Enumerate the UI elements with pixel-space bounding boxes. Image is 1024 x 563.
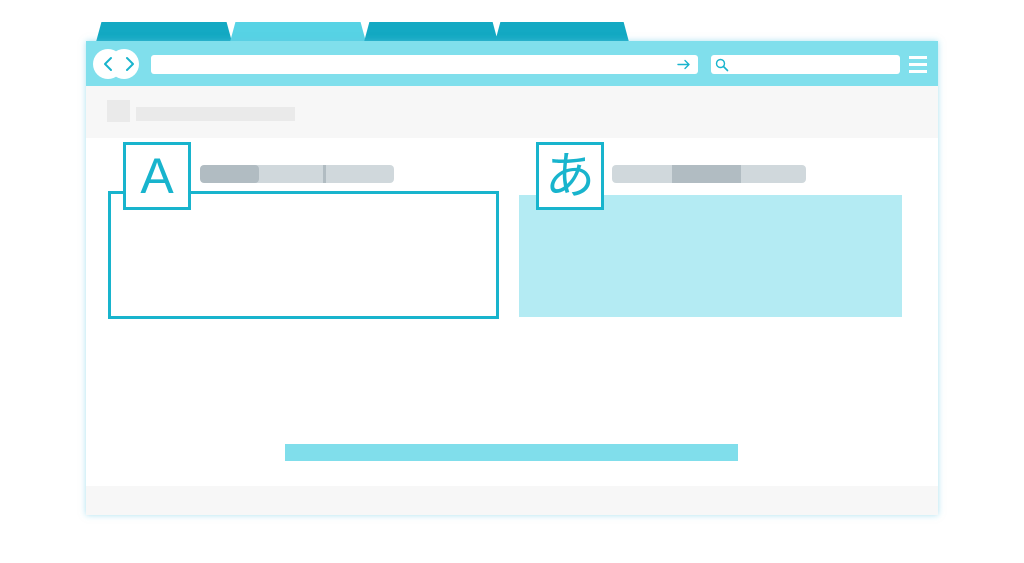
menu-line (909, 63, 927, 66)
page-footer (86, 486, 938, 515)
browser-toolbar (86, 41, 938, 86)
address-bar[interactable] (151, 55, 698, 74)
illustration-canvas: A あ (0, 0, 1024, 563)
source-text-input[interactable] (108, 191, 499, 319)
source-language-selector[interactable] (200, 165, 394, 183)
search-input[interactable] (711, 55, 900, 74)
target-language-glyph: あ (545, 147, 595, 205)
chevron-left-icon (104, 57, 112, 71)
arrow-right-icon[interactable] (676, 57, 692, 72)
menu-line (909, 56, 927, 59)
target-language-selector[interactable] (612, 165, 806, 183)
translation-output-panel (519, 195, 902, 317)
target-language-badge: あ (536, 142, 604, 210)
source-language-badge: A (123, 142, 191, 210)
site-title-placeholder (136, 107, 295, 121)
site-logo-placeholder (107, 100, 130, 122)
browser-window: A あ (86, 41, 938, 515)
search-icon (715, 58, 729, 72)
source-language-glyph: A (140, 148, 174, 204)
page-header (86, 86, 938, 138)
chevron-right-icon (126, 57, 134, 71)
menu-line (909, 70, 927, 73)
source-selector-active-segment (200, 165, 259, 183)
back-button[interactable] (93, 49, 123, 79)
browser-tab-2[interactable] (230, 22, 366, 42)
translate-button[interactable] (285, 444, 738, 461)
hamburger-menu-icon[interactable] (909, 56, 927, 73)
target-selector-active-segment (672, 165, 741, 183)
browser-tab-3[interactable] (364, 22, 498, 42)
nav-buttons (93, 49, 139, 79)
browser-tab-4[interactable] (495, 22, 629, 42)
browser-tab-1[interactable] (96, 22, 232, 42)
source-selector-divider (323, 165, 326, 183)
